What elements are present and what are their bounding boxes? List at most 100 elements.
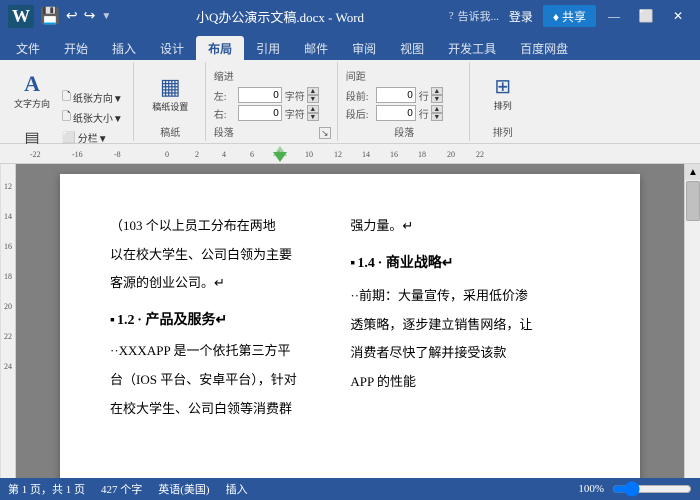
spacing-before-label: 段前: (346, 88, 374, 103)
share-button[interactable]: ♦ 共享 (543, 5, 596, 27)
orientation-button[interactable]: 🗋 纸张方向▼ (58, 88, 127, 106)
indent-left-down[interactable]: ▼ (307, 95, 319, 103)
svg-text:-16: -16 (72, 150, 83, 159)
spacing-after-up[interactable]: ▲ (431, 105, 443, 113)
tab-home[interactable]: 开始 (52, 36, 100, 60)
arrange-button[interactable]: ⊞ 排列 (478, 67, 528, 119)
paper-size-label: 纸张大小▼ (73, 110, 123, 125)
svg-text:6: 6 (250, 150, 254, 159)
indent-right-label: 右: (214, 106, 236, 121)
document-page: （103 个以上员工分布在两地 以在校大学生、公司白领为主要 客源的创业公司。↵… (60, 174, 640, 478)
svg-text:24: 24 (4, 362, 12, 371)
minimize-button[interactable]: — (600, 5, 628, 27)
tab-developer[interactable]: 开发工具 (436, 36, 508, 60)
spacing-after-input[interactable] (376, 105, 416, 121)
svg-text:16: 16 (390, 150, 398, 159)
tell-me-label: 告诉我... (458, 8, 499, 24)
text-line-2: 以在校大学生、公司白领为主要 (110, 243, 330, 268)
column-right: 强力量。↵ ▪1.4 · 商业战略↵ ··前期：大量宣传，采用低价渗 透策略，逐… (340, 214, 590, 425)
text-direction-button[interactable]: A 文字方向 (10, 64, 54, 116)
tab-file[interactable]: 文件 (4, 36, 52, 60)
indent-dialog-launcher[interactable]: ↘ (319, 127, 331, 139)
text-right-4: 消费者尽快了解并接受该款 (350, 341, 590, 366)
spacing-before-input[interactable] (376, 87, 416, 103)
tab-baidupan[interactable]: 百度网盘 (508, 36, 580, 60)
title-bar: W 💾 ↩ ↪ ▼ 小Q办公演示文稿.docx - Word ? 告诉我... … (0, 0, 700, 32)
spacing-before-unit: 行 (419, 88, 429, 103)
indent-right-down[interactable]: ▼ (307, 113, 319, 121)
indent-left-label: 左: (214, 88, 236, 103)
column-left: （103 个以上员工分布在两地 以在校大学生、公司白领为主要 客源的创业公司。↵… (110, 214, 340, 425)
svg-text:12: 12 (4, 182, 12, 191)
tab-layout[interactable]: 布局 (196, 36, 244, 60)
paper-settings-button[interactable]: ▦ 稿纸设置 (144, 67, 196, 119)
svg-text:20: 20 (4, 302, 12, 311)
ruler-horizontal: -22 -16 -8 0 2 4 6 8 10 12 14 16 18 20 2… (0, 144, 700, 164)
indent-right-up[interactable]: ▲ (307, 105, 319, 113)
header-right: ? 告诉我... 登录 ♦ 共享 — ⬜ ✕ (449, 5, 692, 27)
group-page-setup: A 文字方向 ▤ 页边距 🗋 纸张方向▼ 🗋 纸张大小▼ (4, 62, 134, 141)
language: 英语(美国) (158, 481, 209, 497)
paper-size-button[interactable]: 🗋 纸张大小▼ (58, 108, 127, 126)
close-button[interactable]: ✕ (664, 5, 692, 27)
document-title: 小Q办公演示文稿.docx - Word (111, 7, 448, 26)
svg-text:14: 14 (362, 150, 370, 159)
word-count: 427 个字 (101, 481, 142, 497)
text-line-1: （103 个以上员工分布在两地 (110, 214, 330, 239)
customize-icon[interactable]: ▼ (101, 11, 111, 22)
svg-text:12: 12 (334, 150, 342, 159)
svg-text:14: 14 (4, 212, 12, 221)
group-spacing-label: 段落 (394, 122, 414, 139)
tell-me-icon: ? (449, 10, 454, 22)
indent-left-input[interactable] (238, 87, 282, 103)
tab-mailings[interactable]: 邮件 (292, 36, 340, 60)
save-icon[interactable]: 💾 (40, 6, 60, 26)
spacing-after-down[interactable]: ▼ (431, 113, 443, 121)
spacing-before-spinner[interactable]: ▲ ▼ (431, 87, 443, 103)
tab-insert[interactable]: 插入 (100, 36, 148, 60)
bullet-2: ▪ (350, 251, 355, 276)
page-wrapper: （103 个以上员工分布在两地 以在校大学生、公司白领为主要 客源的创业公司。↵… (16, 164, 684, 478)
tab-references[interactable]: 引用 (244, 36, 292, 60)
indent-left-up[interactable]: ▲ (307, 87, 319, 95)
scroll-up-button[interactable]: ▲ (685, 164, 700, 180)
text-direction-label: 文字方向 (14, 97, 50, 110)
group-arrange: ⊞ 排列 排列 (472, 62, 534, 141)
spacing-after-spinner[interactable]: ▲ ▼ (431, 105, 443, 121)
login-button[interactable]: 登录 (503, 6, 539, 27)
scroll-thumb[interactable] (686, 181, 700, 221)
svg-text:-8: -8 (114, 150, 121, 159)
scrollbar-vertical[interactable]: ▲ (684, 164, 700, 478)
text-line-5: 台（IOS 平台、安卓平台），针对 (110, 368, 330, 393)
spacing-before-down[interactable]: ▼ (431, 95, 443, 103)
arrange-label: 排列 (494, 99, 512, 112)
svg-text:2: 2 (195, 150, 199, 159)
arrange-icon: ⊞ (494, 74, 511, 99)
tab-design[interactable]: 设计 (148, 36, 196, 60)
redo-icon[interactable]: ↪ (84, 8, 96, 25)
orientation-label: 纸张方向▼ (73, 90, 123, 105)
group-spacing: 间距 段前: 行 ▲ ▼ 段后: 行 ▲ ▼ 段落 (340, 62, 470, 141)
tab-view[interactable]: 视图 (388, 36, 436, 60)
page-content: （103 个以上员工分布在两地 以在校大学生、公司白领为主要 客源的创业公司。↵… (110, 214, 590, 425)
heading-strategy: ▪1.4 · 商业战略↵ (350, 251, 590, 276)
indent-right-input[interactable] (238, 105, 282, 121)
paper-settings-label: 稿纸设置 (152, 100, 188, 113)
text-direction-icon: A (24, 71, 40, 97)
restore-button[interactable]: ⬜ (632, 5, 660, 27)
title-bar-left: W 💾 ↩ ↪ ▼ (8, 5, 111, 28)
undo-icon[interactable]: ↩ (66, 8, 78, 25)
indent-left-spinner[interactable]: ▲ ▼ (307, 87, 319, 103)
columns-label: 分栏▼ (78, 130, 108, 145)
spacing-before-up[interactable]: ▲ (431, 87, 443, 95)
zoom-level: 100% (578, 483, 604, 495)
text-right-5: APP 的性能 (350, 370, 590, 395)
indent-right-spinner[interactable]: ▲ ▼ (307, 105, 319, 121)
text-right-2: ··前期：大量宣传，采用低价渗 (350, 284, 590, 309)
spacing-after-unit: 行 (419, 106, 429, 121)
text-line-4: ··XXXAPP 是一个依托第三方平 (110, 339, 330, 364)
zoom-slider[interactable] (612, 483, 692, 495)
text-line-3: 客源的创业公司。↵ (110, 271, 330, 296)
group-indent-label: 段落 ↘ (214, 122, 331, 139)
tab-review[interactable]: 审阅 (340, 36, 388, 60)
